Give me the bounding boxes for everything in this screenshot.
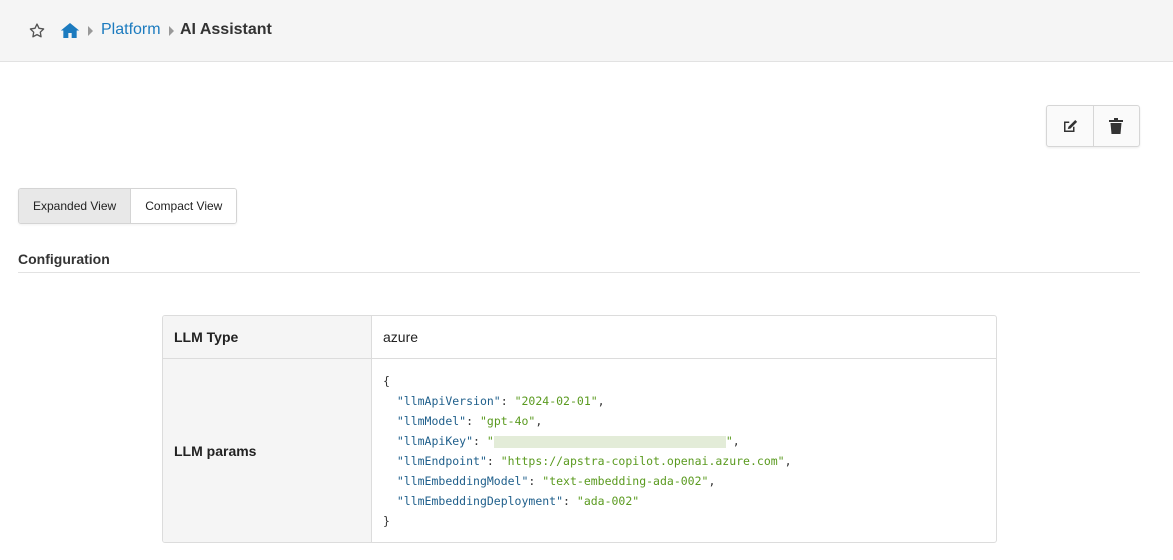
section-title: Configuration — [18, 251, 110, 267]
star-icon[interactable] — [28, 22, 46, 40]
json-value: "text-embedding-ada-002" — [542, 474, 709, 488]
page-title: AI Assistant — [180, 21, 272, 38]
expanded-view-button[interactable]: Expanded View — [19, 189, 131, 223]
json-value: "https://apstra-copilot.openai.azure.com… — [500, 454, 785, 468]
json-value: "2024-02-01" — [514, 394, 598, 408]
llm-params-value: { "llmApiVersion": "2024-02-01", "llmMod… — [372, 359, 996, 542]
table-row: LLM params { "llmApiVersion": "2024-02-0… — [163, 358, 996, 542]
breadcrumb-separator-icon — [169, 26, 174, 36]
config-table: LLM Type azure LLM params { "llmApiVersi… — [162, 315, 997, 543]
json-key: "llmApiVersion" — [396, 394, 501, 408]
json-value: "ada-002" — [576, 494, 640, 508]
top-bar: Platform AI Assistant — [0, 0, 1173, 62]
home-icon[interactable] — [60, 22, 80, 39]
json-value: "gpt-4o" — [479, 414, 536, 428]
breadcrumb-separator-icon — [88, 26, 93, 36]
compact-view-button[interactable]: Compact View — [130, 189, 237, 223]
llm-params-label: LLM params — [163, 359, 372, 542]
json-key: "llmModel" — [396, 414, 467, 428]
section-divider — [18, 272, 1140, 273]
llm-params-json: { "llmApiVersion": "2024-02-01", "llmMod… — [383, 374, 792, 528]
action-button-group — [1046, 105, 1140, 147]
edit-icon — [1063, 120, 1077, 132]
json-open-brace: { — [383, 374, 390, 388]
json-key: "llmApiKey" — [396, 434, 474, 448]
json-key: "llmEmbeddingDeployment" — [396, 494, 564, 508]
view-toggle: Expanded View Compact View — [18, 188, 238, 224]
json-key: "llmEndpoint" — [396, 454, 487, 468]
table-row: LLM Type azure — [163, 316, 996, 358]
json-close-brace: } — [383, 514, 390, 528]
llm-type-label: LLM Type — [163, 316, 372, 358]
edit-button[interactable] — [1047, 106, 1093, 146]
redacted-api-key — [493, 435, 726, 448]
json-key: "llmEmbeddingModel" — [396, 474, 529, 488]
trash-icon — [1109, 118, 1124, 134]
breadcrumb-platform-link[interactable]: Platform — [101, 21, 161, 39]
delete-button[interactable] — [1092, 106, 1140, 146]
llm-type-value: azure — [383, 329, 419, 345]
